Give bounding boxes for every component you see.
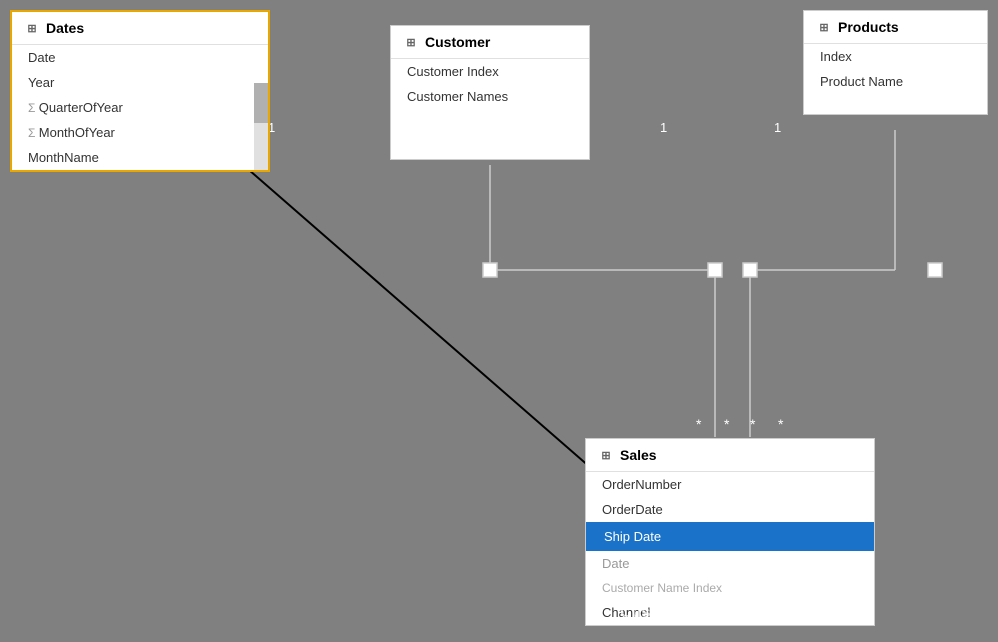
customer-table-header: ⊞ Customer — [391, 26, 589, 59]
asterisk-2: * — [724, 416, 729, 432]
products-table-header: ⊞ Products — [804, 11, 987, 44]
rel-label-customer-1b: 1 — [660, 120, 667, 135]
products-rows: Index Product Name — [804, 44, 987, 114]
dates-table-header: ⊞ Dates — [12, 12, 268, 45]
sales-title: Sales — [620, 447, 657, 463]
dates-title: Dates — [46, 20, 84, 36]
dates-row-monthname[interactable]: MonthName — [12, 145, 268, 170]
products-title: Products — [838, 19, 899, 35]
sales-row-orderdate[interactable]: OrderDate — [586, 497, 874, 522]
sales-row-customer-name-index[interactable]: Customer Name Index — [586, 576, 874, 600]
customer-rows: Customer Index Customer Names — [391, 59, 589, 159]
sales-row-date[interactable]: Date — [586, 551, 874, 576]
products-row-name[interactable]: Product Name — [804, 69, 987, 94]
dates-scrollbar[interactable] — [254, 83, 268, 170]
rel-label-products-1: 1 — [774, 120, 781, 135]
products-table: ⊞ Products Index Product Name — [803, 10, 988, 115]
dates-row-year[interactable]: Year — [12, 70, 268, 95]
dates-row-date[interactable]: Date — [12, 45, 268, 70]
partial-text-cus: Cus — [620, 604, 650, 622]
customer-row-index[interactable]: Customer Index — [391, 59, 589, 84]
dates-rows: Date Year QuarterOfYear MonthOfYear Mont… — [12, 45, 268, 170]
asterisk-1: * — [696, 416, 701, 432]
dates-table: ⊞ Dates Date Year QuarterOfYear MonthOfY… — [10, 10, 270, 172]
sales-table: ⊞ Sales OrderNumber OrderDate Ship Date … — [585, 438, 875, 626]
dates-row-quarterofyear[interactable]: QuarterOfYear — [12, 95, 268, 120]
products-row-index[interactable]: Index — [804, 44, 987, 69]
sales-row-shipdate[interactable]: Ship Date — [586, 522, 874, 551]
dates-row-monthofyear[interactable]: MonthOfYear — [12, 120, 268, 145]
sales-table-header: ⊞ Sales — [586, 439, 874, 472]
customer-table-icon: ⊞ — [403, 34, 419, 50]
customer-title: Customer — [425, 34, 490, 50]
customer-table: ⊞ Customer Customer Index Customer Names — [390, 25, 590, 160]
sales-row-ordernumber[interactable]: OrderNumber — [586, 472, 874, 497]
sales-rows: OrderNumber OrderDate Ship Date Date Cus… — [586, 472, 874, 625]
dates-table-icon: ⊞ — [24, 20, 40, 36]
asterisk-4: * — [778, 416, 783, 432]
dates-scroll-thumb[interactable] — [254, 83, 268, 123]
sales-table-icon: ⊞ — [598, 447, 614, 463]
asterisk-3: * — [750, 416, 755, 432]
products-table-icon: ⊞ — [816, 19, 832, 35]
customer-row-names[interactable]: Customer Names — [391, 84, 589, 109]
